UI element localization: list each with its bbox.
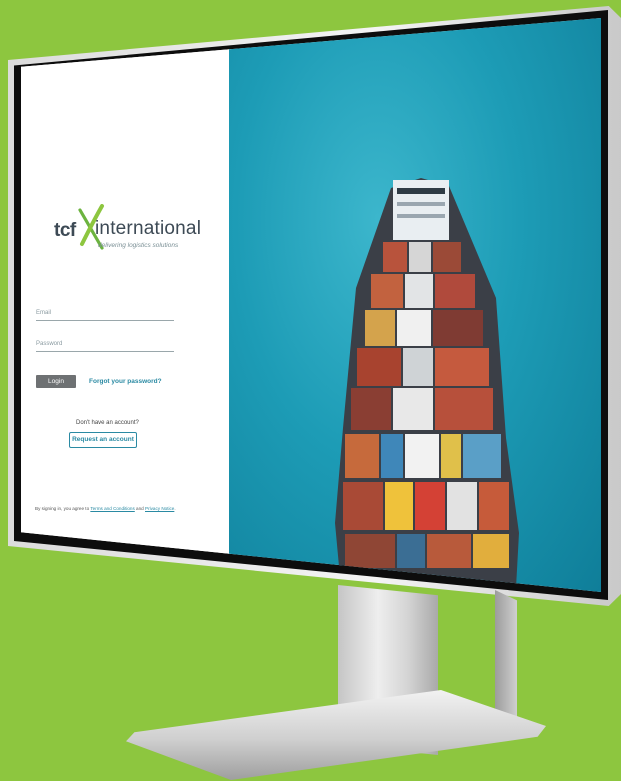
terms-suffix: . xyxy=(174,506,176,511)
password-field[interactable] xyxy=(36,351,174,352)
logo-wordmark-long: international xyxy=(95,218,202,239)
logo-tagline: delivering logistics solutions xyxy=(98,242,179,249)
privacy-link[interactable]: Privacy Notice xyxy=(145,506,174,511)
password-label: Password xyxy=(36,341,63,347)
brand-logo: tcf international delivering logistics s… xyxy=(54,204,214,258)
terms-prefix: By signing in, you agree to xyxy=(35,506,91,511)
monitor-stand-base xyxy=(126,690,546,780)
terms-link[interactable]: Terms and Conditions xyxy=(90,506,134,511)
monitor-stand-rear xyxy=(495,590,517,720)
email-field[interactable] xyxy=(36,320,174,321)
login-panel: tcf international delivering logistics s… xyxy=(21,18,231,592)
email-label: Email xyxy=(36,310,52,316)
logo-wordmark-short: tcf xyxy=(54,220,76,241)
monitor-mockup: tcf international delivering logistics s… xyxy=(0,0,621,781)
forgot-password-link[interactable]: Forgot your password? xyxy=(89,378,162,385)
terms-and: and xyxy=(134,506,145,511)
terms-notice: By signing in, you agree to Terms and Co… xyxy=(35,506,176,511)
request-account-button[interactable]: Request an account xyxy=(69,432,137,448)
container-ship-image xyxy=(335,178,519,588)
login-button[interactable]: Login xyxy=(36,375,76,388)
monitor-screen: tcf international delivering logistics s… xyxy=(21,18,601,592)
no-account-text: Don't have an account? xyxy=(76,420,139,426)
